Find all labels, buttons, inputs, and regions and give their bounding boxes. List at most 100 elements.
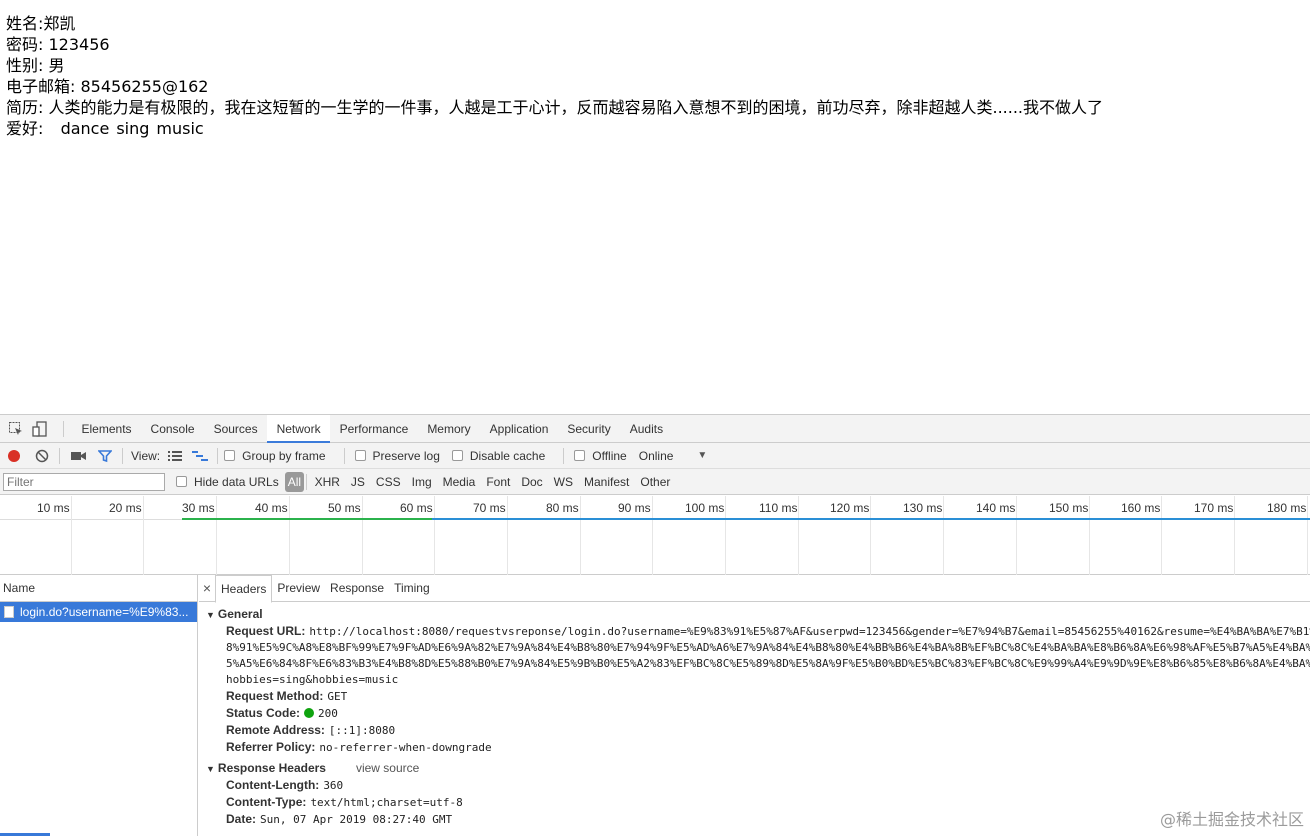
preserve-log-checkbox[interactable]: Preserve log [354,449,440,463]
view-source-link[interactable]: view source [356,761,419,775]
gender-label: 性别: [6,56,44,75]
general-header[interactable]: ▼ General [206,606,1310,623]
hobbies-line: 爱好: dance sing music [6,118,1103,139]
timeline-tick-label: 180 ms [1267,501,1307,515]
tab-security[interactable]: Security [558,415,620,443]
type-filter-js[interactable]: JS [345,472,370,492]
timeline-gridline [216,496,217,575]
header-value: 360 [323,779,344,792]
header-key: Request Method: [226,689,324,703]
gender-value: 男 [48,56,65,75]
email-label: 电子邮箱: [6,77,76,96]
chevron-down-icon[interactable]: ▼ [697,450,707,461]
email-value: 85456255@162 [80,77,209,96]
device-toolbar-icon[interactable] [29,418,51,440]
tab-timing[interactable]: Timing [389,575,435,602]
screenshot-camera-icon[interactable] [68,445,90,467]
tab-preview[interactable]: Preview [272,575,325,602]
resume-label: 简历: [6,98,44,117]
document-icon [4,606,14,618]
rendered-page: 姓名:郑凯 密码: 123456 性别: 男 电子邮箱: 85456255@16… [6,13,1103,139]
tab-network[interactable]: Network [267,414,331,443]
group-by-frame-checkbox[interactable]: Group by frame [224,449,326,463]
clear-icon[interactable] [31,445,53,467]
timeline-gridline [798,496,799,575]
tab-elements[interactable]: Elements [72,415,141,443]
divider [343,447,345,464]
type-filter-media[interactable]: Media [437,472,481,492]
type-filter-img[interactable]: Img [406,472,437,492]
filter-icon[interactable] [94,445,116,467]
offline-checkbox[interactable]: Offline [574,449,627,463]
resume-value: 人类的能力是有极限的，我在这短暂的一生学的一件事，人越是工于心计，反而越容易陷入… [48,98,1104,117]
divider [59,447,60,464]
request-name: login.do?username=%E9%83... [20,605,189,619]
type-filter-css[interactable]: CSS [370,472,406,492]
header-key: Request URL: [226,624,306,638]
timeline-tick-label: 70 ms [473,501,506,515]
checkbox-box[interactable] [574,450,586,461]
type-filter-doc[interactable]: Doc [516,472,548,492]
timeline-gridline [434,496,435,575]
header-value: http://localhost:8080/requestvsreponse/l… [309,625,1310,638]
general-section: ▼ General Request URL: http://localhost:80… [199,606,1310,756]
filter-input[interactable] [3,472,165,491]
section-title: General [217,607,263,621]
type-filter-ws[interactable]: WS [548,472,578,492]
timeline-overview[interactable]: 10 ms 20 ms 30 ms 40 ms 50 ms 60 ms 70 ms 80 ms… [0,496,1310,575]
hobby-item: dance [60,119,110,138]
date-row: Date: Sun, 07 Apr 2019 08:27:40 GMT [206,811,1310,828]
checkbox-label: Hide data URLs [194,474,279,489]
tab-audits[interactable]: Audits [620,415,672,443]
timeline-ruler: 10 ms 20 ms 30 ms 40 ms 50 ms 60 ms 70 ms 80 ms… [0,496,1310,575]
close-icon[interactable]: × [199,580,215,596]
timeline-gridline [1161,496,1162,575]
header-key: Status Code: [226,706,301,720]
request-row[interactable]: login.do?username=%E9%83... [0,602,197,622]
tab-headers[interactable]: Headers [215,575,273,603]
password-line: 密码: 123456 [6,34,1103,55]
type-filter-font[interactable]: Font [481,472,516,492]
checkbox-box[interactable] [176,476,187,487]
timeline-gridline [1089,496,1090,575]
type-filter-all[interactable]: All [284,471,305,492]
header-value: 200 [318,707,338,720]
tab-application[interactable]: Application [480,415,558,443]
waterfall-icon[interactable] [189,445,211,467]
tab-memory[interactable]: Memory [418,415,480,443]
tab-response[interactable]: Response [325,575,389,602]
tab-console[interactable]: Console [141,415,204,443]
timeline-tick-label: 40 ms [255,501,288,515]
request-area: Name login.do?username=%E9%83... × Heade… [0,575,1310,836]
timeline-gridline [362,496,363,575]
name-column-header[interactable]: Name [0,575,197,602]
timeline-gridline [870,496,871,575]
timeline-tick-label: 130 ms [903,501,943,515]
tab-sources[interactable]: Sources [204,415,267,443]
type-filter-other[interactable]: Other [635,472,676,492]
header-value: [::1]:8080 [328,724,396,737]
checkbox-box[interactable] [224,450,236,461]
timeline-gridline [1234,496,1235,575]
record-icon[interactable] [3,445,25,467]
checkbox-box[interactable] [451,450,463,461]
password-value: 123456 [48,35,110,54]
type-filter-manifest[interactable]: Manifest [579,472,635,492]
large-rows-icon[interactable] [164,445,186,467]
checkbox-box[interactable] [354,450,366,461]
type-filter-xhr[interactable]: XHR [309,472,345,492]
inspect-element-icon[interactable] [5,418,27,440]
hobby-item: sing [116,119,150,138]
timeline-bar-green [182,518,432,520]
header-key: Remote Address: [226,723,325,737]
throttling-select[interactable]: Online [639,449,674,463]
timeline-tick-label: 120 ms [830,501,870,515]
tab-performance[interactable]: Performance [330,415,418,443]
disable-cache-checkbox[interactable]: Disable cache [451,449,545,463]
timeline-tick-label: 60 ms [400,501,433,515]
timeline-gridline [652,496,653,575]
hide-data-urls-checkbox[interactable]: Hide data URLs [176,475,279,489]
status-code-row: Status Code: 200 [206,705,1310,722]
response-headers-header[interactable]: ▼ Response Headers view source [206,760,1310,777]
request-url-row: Request URL: http://localhost:8080/reques… [206,623,1310,640]
